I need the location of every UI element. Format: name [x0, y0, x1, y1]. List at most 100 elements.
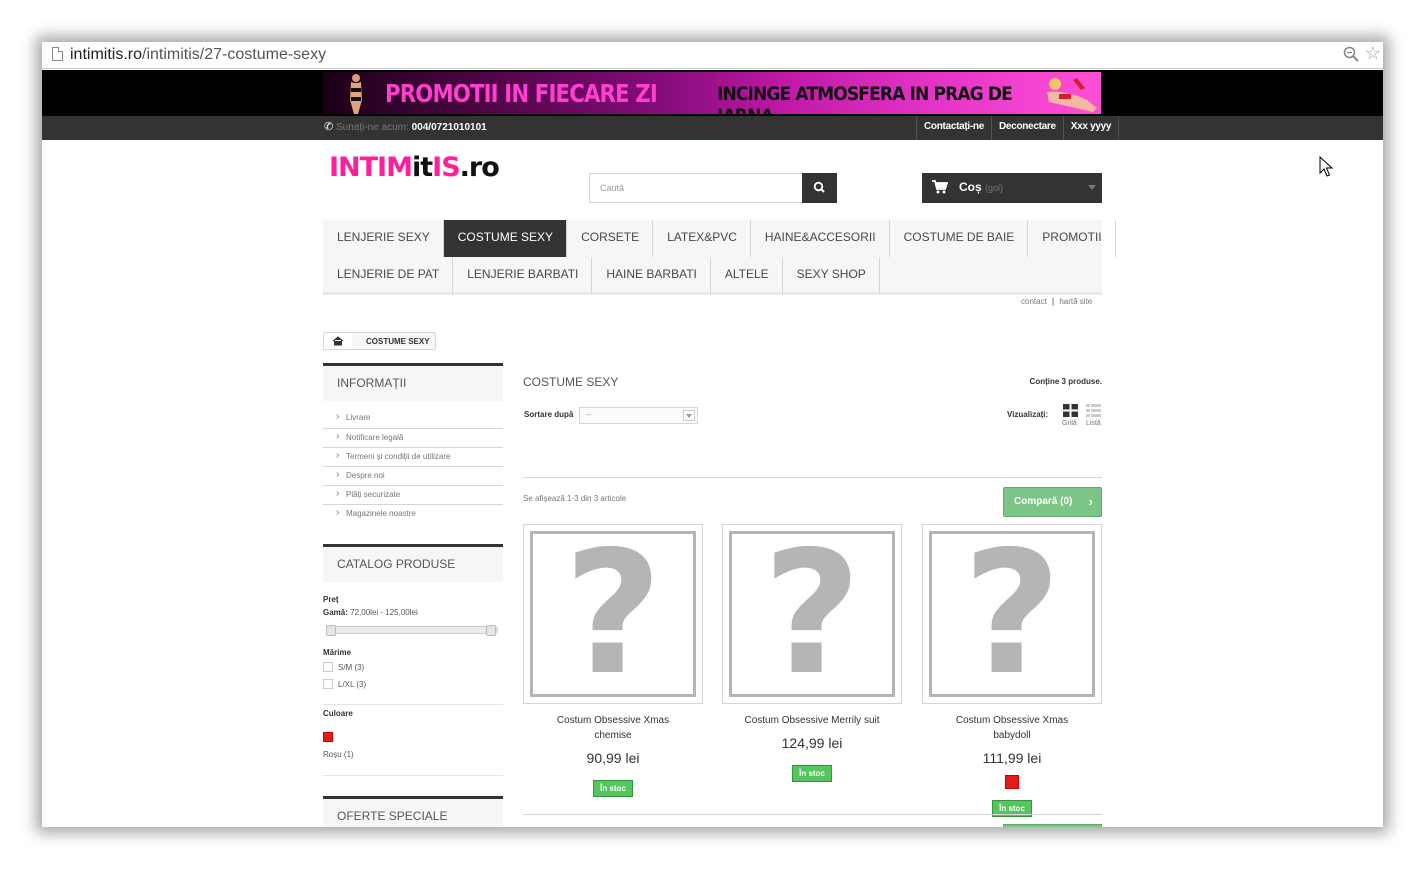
catalog-title: CATALOG PRODUSE [323, 544, 503, 582]
product-card[interactable]: ? Costum Obsessive Merrily suit 124,99 l… [722, 524, 902, 782]
menu-item[interactable]: LENJERIE DE PAT [323, 257, 454, 294]
banner-text-left: PROMOTII IN FIECARE ZI [385, 79, 658, 108]
menu-item-active[interactable]: COSTUME SEXY [443, 220, 568, 257]
menu-item[interactable]: LENJERIE SEXY [323, 220, 444, 257]
breadcrumb-current: COSTUME SEXY [366, 337, 430, 346]
account-link[interactable]: Xxx yyyy [1062, 116, 1120, 140]
chevron-down-icon [1088, 185, 1096, 190]
price-range: Gamă: 72,00lei - 125,00lei [323, 608, 418, 617]
offers-title: OFERTE SPECIALE [323, 796, 503, 827]
menu-item[interactable]: ALTELE [711, 257, 783, 294]
product-name[interactable]: Costum Obsessive Merrily suit [722, 713, 902, 728]
menu-item[interactable]: COSTUME DE BAIE [890, 220, 1029, 257]
search-icon [813, 181, 825, 193]
cart-icon [932, 180, 948, 194]
chevron-down-icon [683, 410, 695, 421]
phone-info: ✆ Sunați-ne acum: 004/0721010101 [324, 121, 487, 133]
color-swatch-red[interactable] [1005, 775, 1019, 789]
menu-item[interactable]: CORSETE [567, 220, 654, 257]
info-link[interactable]: Notificare legală [323, 428, 503, 447]
page-icon [52, 47, 63, 61]
product-price: 90,99 lei [586, 750, 640, 766]
banner-text-right: INCINGE ATMOSFERA IN PRAG DE IARNA [717, 83, 1013, 114]
menu-item[interactable]: HAINE&ACCESORII [751, 220, 890, 257]
cart-block[interactable]: Coș (gol) [922, 173, 1102, 203]
info-link[interactable]: Termeni și condiții de utilizare [323, 447, 503, 466]
cart-label: Coș [959, 180, 982, 194]
price-filter-label: Preț [323, 595, 339, 604]
menu-item[interactable]: LENJERIE BARBATI [453, 257, 593, 294]
home-icon[interactable] [324, 333, 357, 349]
info-link[interactable]: Despre noi [323, 466, 503, 485]
info-link[interactable]: Livrare [323, 409, 503, 428]
mouse-cursor-icon [1319, 156, 1333, 177]
browser-window: intimitis.ro/intimitis/27-costume-sexy ☆… [42, 42, 1383, 827]
size-checkbox[interactable] [323, 679, 333, 689]
separator: | [1052, 297, 1055, 306]
info-block: INFORMAȚII [323, 363, 503, 401]
main-menu: LENJERIE SEXY COSTUME SEXY CORSETE LATEX… [323, 220, 1116, 295]
contact-sublink[interactable]: contact [1021, 297, 1047, 306]
sitemap-link[interactable]: hartă site [1059, 297, 1092, 306]
address-bar[interactable]: intimitis.ro/intimitis/27-costume-sexy ☆ [42, 42, 1383, 69]
logout-link[interactable]: Deconectare [991, 116, 1063, 140]
search-input[interactable]: Caută [589, 173, 803, 203]
sort-label: Sortare după [524, 410, 574, 419]
info-links: Livrare Notificare legală Termeni și con… [323, 409, 503, 523]
info-title: INFORMAȚII [323, 363, 503, 401]
product-card[interactable]: ? Costum Obsessive Xmas chemise 90,99 le… [523, 524, 703, 797]
search-box: Caută [589, 173, 837, 203]
size-checkbox[interactable] [323, 662, 333, 672]
color-swatch-red[interactable] [323, 732, 333, 742]
product-image[interactable]: ? [722, 524, 902, 704]
placeholder-question-icon: ? [563, 531, 663, 697]
color-filter-label: Culoare [323, 709, 353, 718]
product-name[interactable]: Costum Obsessive Xmas chemise [523, 713, 703, 743]
url-text[interactable]: intimitis.ro/intimitis/27-costume-sexy [70, 46, 326, 64]
product-price: 111,99 lei [982, 750, 1042, 766]
phone-icon: ✆ [324, 121, 334, 133]
price-slider-max-handle[interactable] [486, 625, 496, 636]
menu-item[interactable]: SEXY SHOP [783, 257, 880, 294]
zoom-icon[interactable] [1343, 46, 1359, 62]
chevron-right-icon: › [1088, 494, 1093, 509]
product-card[interactable]: ? Costum Obsessive Xmas babydoll 111,99 … [922, 524, 1102, 817]
breadcrumb: COSTUME SEXY [323, 332, 436, 350]
top-nav-bar: ✆ Sunați-ne acum: 004/0721010101 Contact… [42, 116, 1383, 140]
product-image[interactable]: ? [523, 524, 703, 704]
utility-links: contact | hartă site [1021, 297, 1092, 306]
product-image[interactable]: ? [922, 524, 1102, 704]
price-slider[interactable] [326, 625, 498, 636]
size-option-label: S/M (3) [338, 663, 365, 672]
info-link[interactable]: Plăți securizate [323, 485, 503, 504]
size-option-label: L/XL (3) [338, 680, 367, 689]
showing-text: Se afișează 1-3 din 3 articole [523, 494, 627, 503]
placeholder-question-icon: ? [962, 531, 1062, 697]
model-image [350, 74, 362, 114]
color-option-label[interactable]: Roșu (1) [323, 750, 354, 759]
promo-banner[interactable]: PROMOTII IN FIECARE ZI INCINGE ATMOSFERA… [42, 70, 1383, 116]
model-image [1047, 78, 1097, 112]
sort-select[interactable]: -- [579, 407, 698, 424]
info-link[interactable]: Magazinele noastre [323, 504, 503, 523]
compare-button-bottom[interactable] [1003, 824, 1102, 827]
price-slider-min-handle[interactable] [326, 625, 336, 636]
cart-status: (gol) [985, 183, 1004, 193]
category-title: COSTUME SEXY [523, 375, 619, 389]
menu-item[interactable]: PROMOTII [1028, 220, 1116, 257]
product-name[interactable]: Costum Obsessive Xmas babydoll [922, 713, 1102, 743]
list-view-icon[interactable] [1086, 404, 1101, 417]
divider [523, 814, 1102, 815]
catalog-block: CATALOG PRODUSE [323, 544, 503, 582]
bookmark-star-icon[interactable]: ☆ [1365, 43, 1381, 64]
search-button[interactable] [802, 173, 837, 203]
stock-badge: În stoc [593, 780, 633, 797]
compare-button[interactable]: Compară (0) › [1003, 487, 1102, 517]
grid-view-icon[interactable] [1063, 404, 1078, 417]
contact-link[interactable]: Contactați-ne [916, 116, 991, 140]
grid-view-caption: Grilă [1062, 420, 1077, 427]
menu-item[interactable]: HAINE BARBATI [592, 257, 711, 294]
menu-item[interactable]: LATEX&PVC [653, 220, 751, 257]
view-label: Vizualizați: [1007, 410, 1049, 419]
site-logo[interactable]: INTIMitIS.ro [329, 152, 500, 183]
